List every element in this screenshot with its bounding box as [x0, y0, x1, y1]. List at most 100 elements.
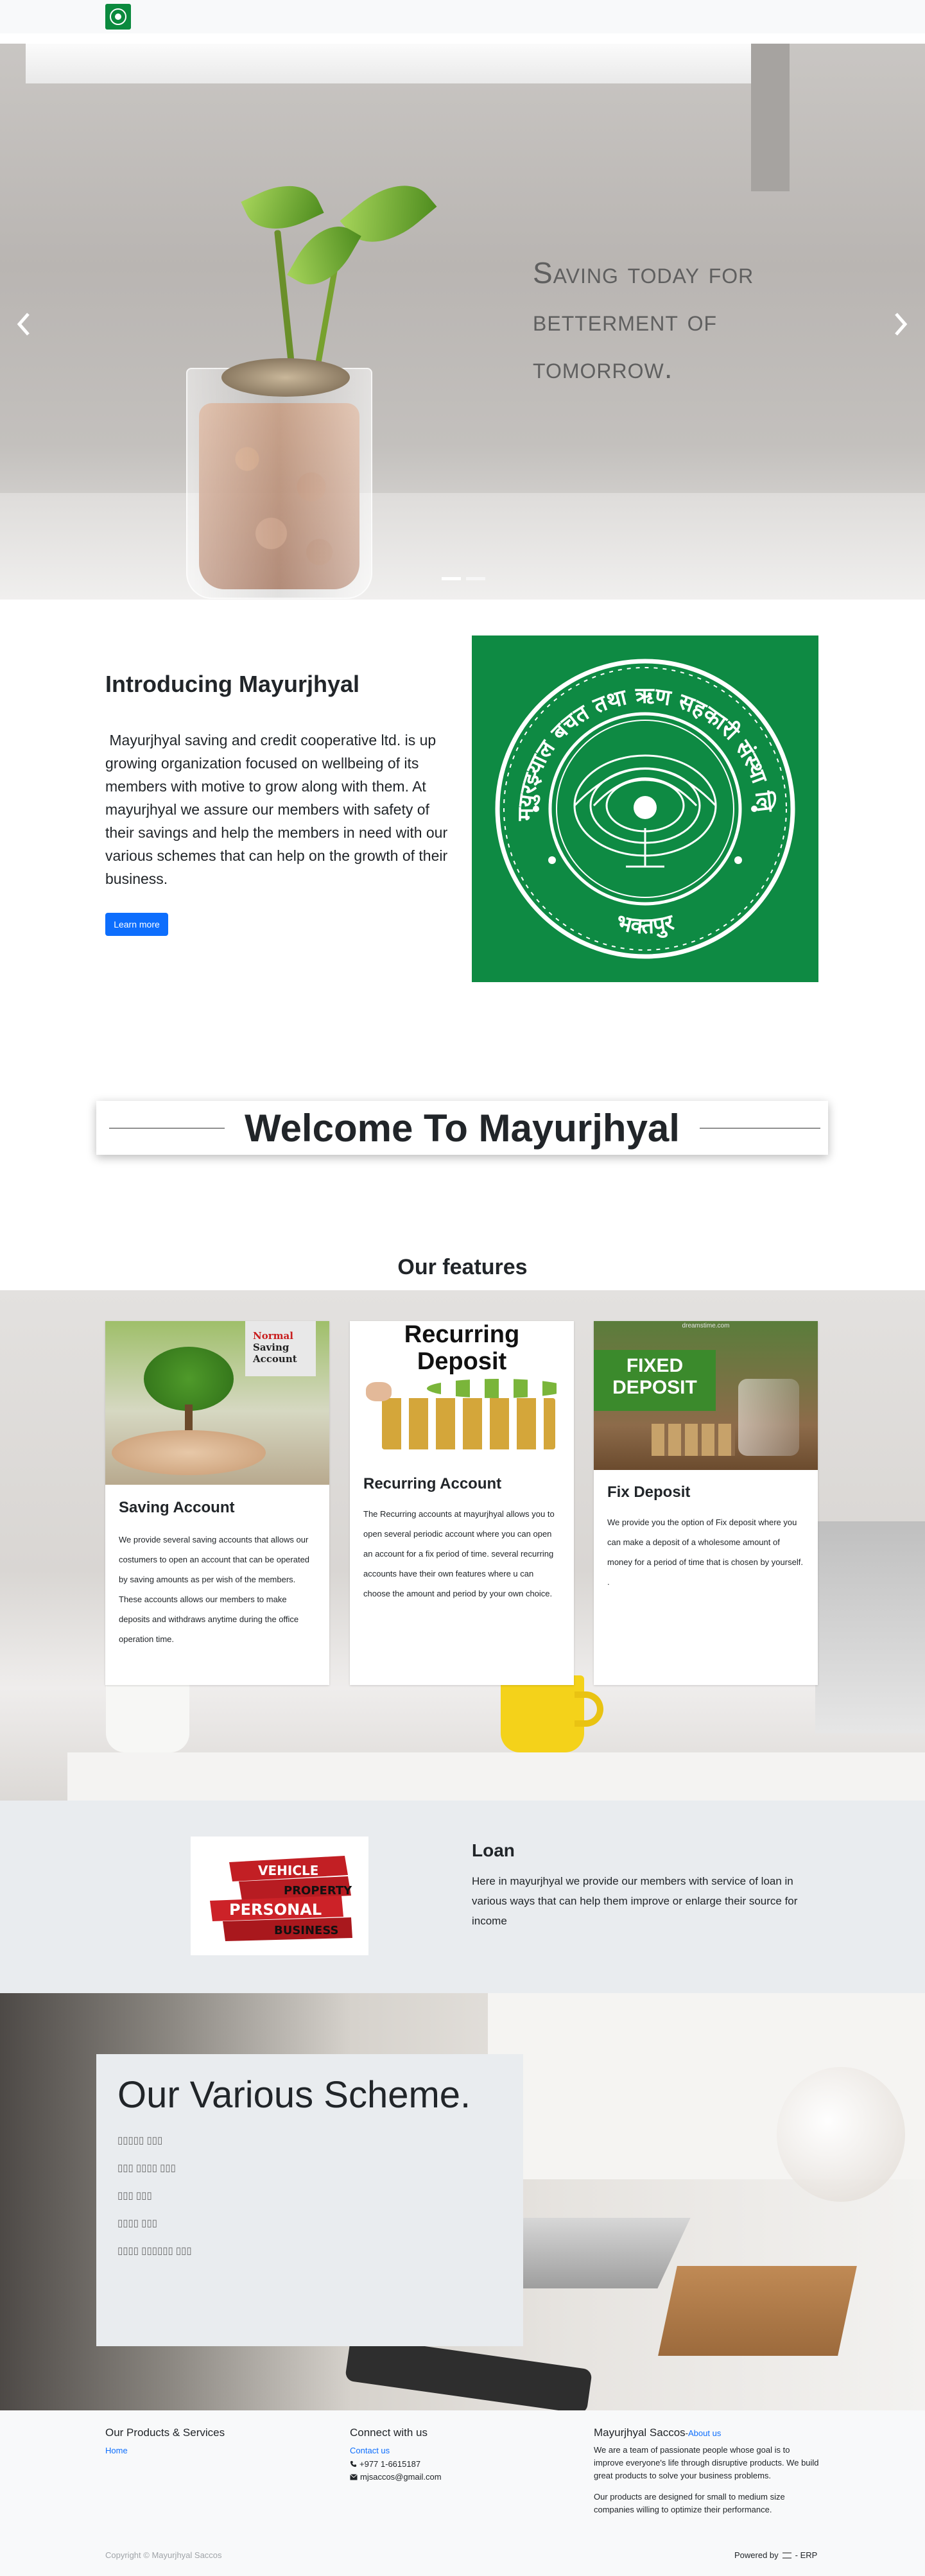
chevron-right-icon	[895, 313, 908, 336]
welcome-banner: Welcome To Mayurjhyal	[96, 1101, 828, 1155]
powered-by: Powered by - ERP	[734, 2550, 817, 2560]
yellow-mug-decor	[501, 1675, 584, 1752]
footer-company-title: Mayurjhyal Saccos	[594, 2426, 686, 2439]
erp-logo-icon[interactable]	[782, 2552, 791, 2559]
seal-dot	[115, 13, 121, 20]
loan-word: PROPERTY	[284, 1884, 352, 1897]
phone-icon	[350, 2460, 357, 2468]
label-line: FIXED	[626, 1355, 684, 1376]
intro-title: Introducing Mayurjhyal	[105, 671, 360, 697]
brand-logo[interactable]	[105, 4, 131, 30]
footer-email: mjsaccos@gmail.com	[350, 2472, 442, 2482]
phone-decor	[344, 2335, 593, 2410]
footer-phone: +977 1-6615187	[350, 2459, 420, 2469]
footer-email-text: mjsaccos@gmail.com	[360, 2472, 442, 2482]
feature-card-saving: Normal Saving Account Saving Account We …	[105, 1321, 329, 1685]
seal-emblem-icon: मयुरझ्याल बचत तथा ऋण सहकारी संस्था लि. भ…	[468, 616, 795, 959]
footer-about-link[interactable]: About us	[688, 2428, 721, 2438]
desk-surface	[67, 1752, 925, 1801]
envelope-icon	[350, 2473, 358, 2480]
image-heading: Recurring	[404, 1321, 520, 1348]
coin-pile-top	[221, 358, 350, 397]
footer-home-link[interactable]: Home	[105, 2446, 128, 2455]
lamp-bulb-decor	[777, 2067, 905, 2202]
scheme-item[interactable]: ▯▯▯▯ ▯▯▯▯▯▯ ▯▯▯	[117, 2245, 192, 2256]
card-text: We provide several saving accounts that …	[119, 1535, 310, 1644]
plant-pot-decor	[106, 1682, 189, 1752]
loan-word: BUSINESS	[274, 1924, 338, 1937]
feature-card-fixed: dreamstime.com FIXED DEPOSIT Fix Deposit…	[594, 1321, 818, 1685]
powered-prefix: Powered by	[734, 2550, 779, 2560]
card-title: Saving Account	[119, 1499, 235, 1516]
learn-more-button[interactable]: Learn more	[105, 913, 168, 936]
cooperative-seal-logo: मयुरझ्याल बचत तथा ऋण सहकारी संस्था लि. भ…	[468, 616, 818, 982]
coin-stacks-image	[652, 1424, 735, 1456]
scheme-item[interactable]: ▯▯▯ ▯▯▯▯ ▯▯▯	[117, 2162, 176, 2174]
scheme-item[interactable]: ▯▯▯▯ ▯▯▯	[117, 2217, 157, 2229]
powered-suffix: - ERP	[795, 2550, 818, 2560]
intro-text: Mayurjhyal saving and credit cooperative…	[105, 732, 452, 887]
loan-title: Loan	[472, 1840, 515, 1860]
seal-ring	[110, 8, 126, 25]
loan-section: VEHICLE PROPERTY PERSONAL BUSINESS Loan …	[0, 1801, 925, 1993]
image-watermark: dreamstime.com	[682, 1322, 730, 1329]
card-title: Fix Deposit	[607, 1483, 691, 1501]
hero-carousel: Saving today for betterment of tomorrow.	[0, 44, 925, 600]
label-line: Account	[253, 1353, 297, 1365]
loan-word: PERSONAL	[229, 1901, 322, 1919]
carousel-indicator-1[interactable]	[442, 577, 461, 580]
hero-window-frame	[751, 44, 790, 191]
chevron-left-icon	[17, 313, 30, 336]
fixed-deposit-image: dreamstime.com FIXED DEPOSIT	[594, 1321, 818, 1470]
laptop-decor	[815, 1521, 925, 1733]
loan-types-image: VEHICLE PROPERTY PERSONAL BUSINESS	[191, 1837, 368, 1955]
footer-about-heading: Mayurjhyal Saccos - About us	[594, 2426, 721, 2439]
carousel-next-button[interactable]	[888, 305, 914, 343]
seal-bottom-text: भक्तपुर	[614, 909, 677, 939]
footer-about-text-2: Our products are designed for small to m…	[594, 2492, 785, 2514]
tree-image	[144, 1347, 234, 1411]
glass-jar-image	[186, 368, 372, 599]
hero-window-decor	[26, 44, 783, 83]
footer-about-text: We are a team of passionate people whose…	[594, 2445, 819, 2480]
normal-saving-label: Normal Saving Account	[245, 1321, 316, 1376]
scheme-item[interactable]: ▯▯▯▯▯ ▯▯▯	[117, 2134, 162, 2146]
mug-handle-decor	[575, 1691, 603, 1727]
copyright-text: Copyright © Mayurjhyal Saccos	[105, 2550, 222, 2560]
carousel-prev-button[interactable]	[10, 305, 36, 343]
scheme-card: Our Various Scheme. ▯▯▯▯▯ ▯▯▯ ▯▯▯ ▯▯▯▯ ▯…	[96, 2054, 523, 2346]
label-line: DEPOSIT	[612, 1377, 697, 1398]
feature-card-recurring: Recurring Deposit Recurring Account The …	[350, 1321, 574, 1685]
image-heading: Deposit	[417, 1348, 507, 1375]
label-line: Saving	[253, 1342, 290, 1353]
carousel-indicator-2[interactable]	[466, 577, 485, 580]
navbar	[0, 0, 925, 33]
footer-products-title: Our Products & Services	[105, 2426, 225, 2439]
scheme-item[interactable]: ▯▯▯ ▯▯▯	[117, 2190, 152, 2201]
loan-books-icon: VEHICLE PROPERTY PERSONAL BUSINESS	[210, 1856, 352, 1941]
footer-phone-text: +977 1-6615187	[359, 2459, 421, 2469]
coin-stacks-image	[382, 1398, 555, 1449]
plant-stem	[274, 230, 295, 365]
sprout-trees-image	[427, 1379, 568, 1398]
card-title: Recurring Account	[363, 1475, 502, 1492]
fixed-deposit-label: FIXED DEPOSIT	[594, 1350, 716, 1411]
jar-image	[738, 1379, 799, 1456]
saving-account-image: Normal Saving Account	[105, 1321, 329, 1485]
footer-connect-title: Connect with us	[350, 2426, 428, 2439]
hand-image	[366, 1382, 392, 1401]
card-text: The Recurring accounts at mayurjhyal all…	[363, 1509, 555, 1598]
recurring-deposit-image: Recurring Deposit	[350, 1321, 574, 1459]
label-line: Normal	[253, 1330, 293, 1342]
hero-table-surface	[0, 493, 925, 600]
wooden-base-decor	[658, 2266, 857, 2356]
footer: Our Products & Services Home Connect wit…	[0, 2410, 925, 2576]
card-text: We provide you the option of Fix deposit…	[607, 1517, 803, 1587]
loan-text: Here in mayurjhyal we provide our member…	[472, 1875, 798, 1927]
footer-contact-link[interactable]: Contact us	[350, 2446, 390, 2455]
hero-caption: Saving today for betterment of tomorrow.	[533, 256, 754, 385]
loan-word: VEHICLE	[258, 1863, 318, 1878]
features-title: Our features	[397, 1255, 528, 1279]
welcome-title: Welcome To Mayurjhyal	[245, 1106, 680, 1150]
scheme-title: Our Various Scheme.	[117, 2074, 471, 2116]
